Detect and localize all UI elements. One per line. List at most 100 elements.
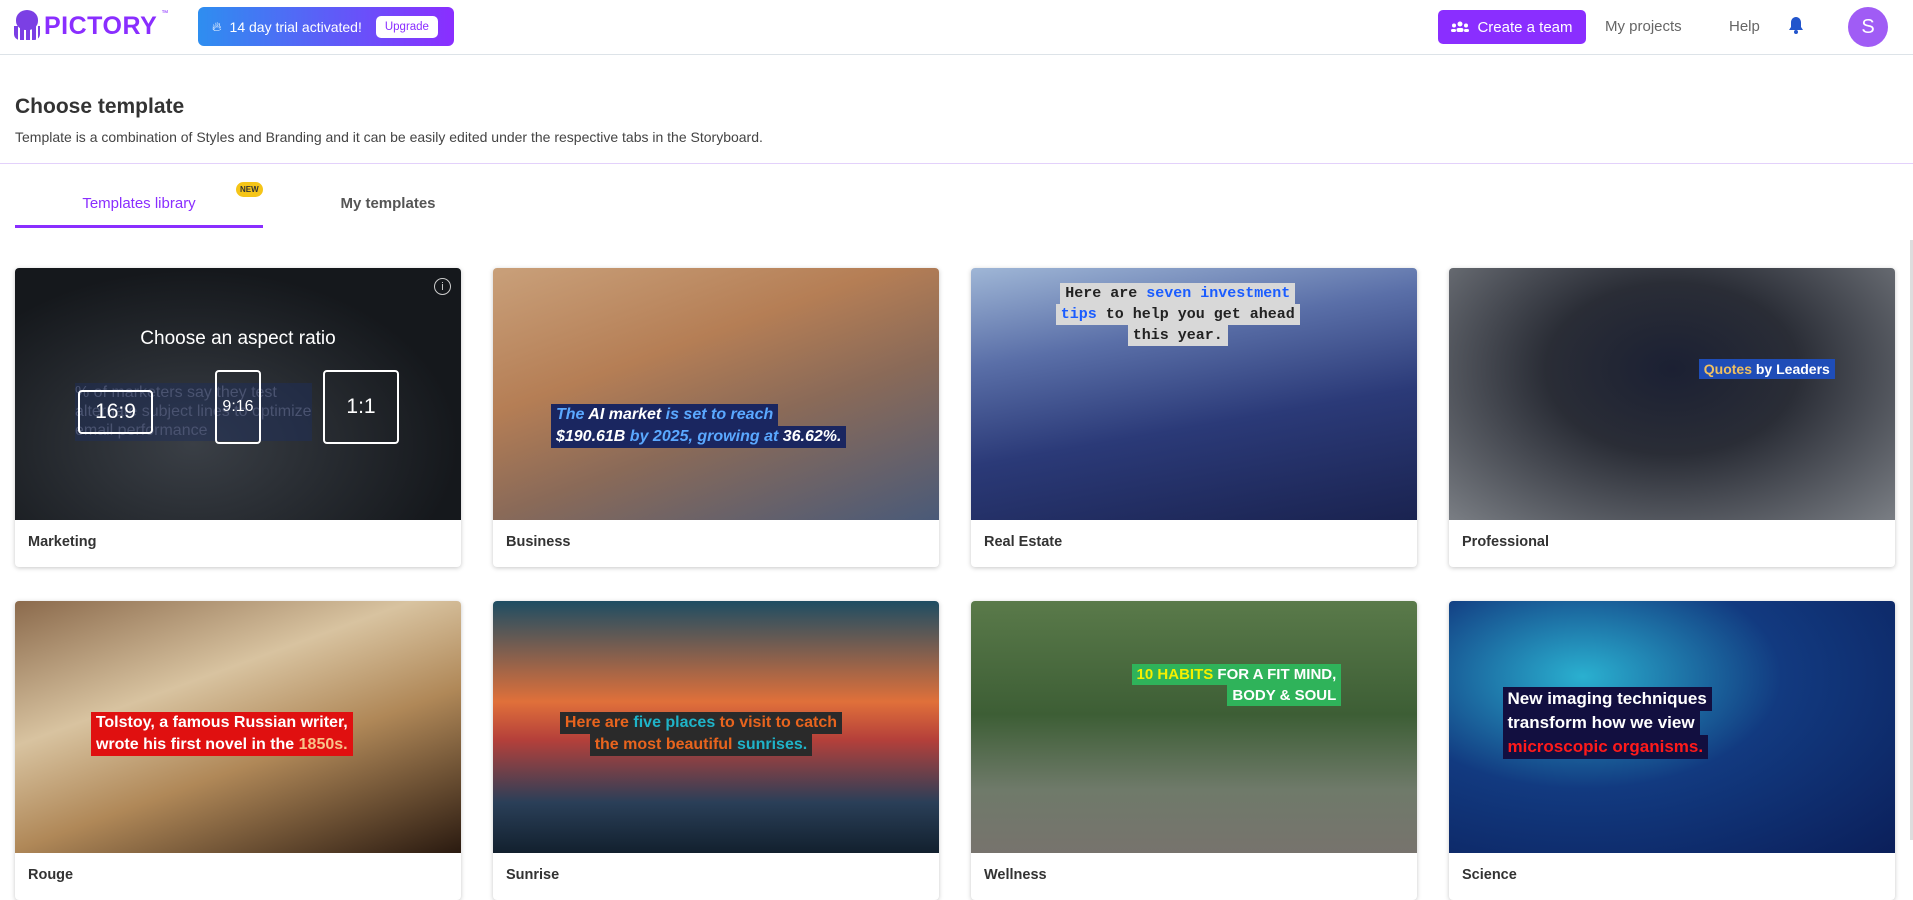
flame-icon: 🔥︎ [212,18,222,34]
caption-segment: transform how we view [1507,712,1695,732]
caption-line: wrote his first novel in the 1850s. [90,733,353,756]
caption-segment: by Leaders [1751,360,1830,377]
page-subtitle: Template is a combination of Styles and … [15,129,763,145]
caption-segment: is set to reach [661,406,774,424]
template-name: Professional [1462,534,1550,550]
caption-segment: 1850s. [298,735,348,753]
template-thumbnail[interactable]: Here are five places to visit to catch th… [493,601,939,853]
caption-overlay: Quotes by Leaders [1698,358,1835,379]
template-card-wellness[interactable]: 10 HABITS FOR A FIT MIND, BODY & SOUL Well… [971,601,1417,900]
caption-segment: to visit to catch [715,713,838,731]
caption-line: $190.61B by 2025, growing at 36.62%. [550,426,847,449]
caption-segment: the most beautiful [594,735,737,753]
caption-segment: Tolstoy, a famous Russian writer, [95,713,348,731]
info-icon[interactable]: i [434,278,451,295]
caption-segment: tips [1060,306,1097,324]
caption-segment: FOR A FIT MIND, [1213,666,1337,683]
caption-segment: five places [633,713,716,731]
top-header: PICTORY ™ 🔥︎ 14 day trial activated! Upg… [0,0,1913,55]
upgrade-button[interactable]: Upgrade [375,15,438,38]
create-team-button[interactable]: Create a team [1438,10,1586,44]
template-name: Science [1462,867,1517,883]
template-thumbnail[interactable]: New imaging techniques transform how we v… [1449,601,1895,853]
caption-line: this year. [1056,325,1300,347]
bell-icon[interactable] [1788,16,1804,34]
template-thumbnail[interactable]: The AI market is set to reach $190.61B by… [493,268,939,520]
caption-line: Here are seven investment [1056,283,1300,305]
template-card-marketing[interactable]: % of marketers say they test alternate su… [15,268,461,567]
template-card-business[interactable]: The AI market is set to reach $190.61B by… [493,268,939,567]
caption-segment: 36.62%. [782,428,842,446]
caption-line: Tolstoy, a famous Russian writer, [90,711,353,734]
caption-line: BODY & SOUL [1132,685,1342,706]
template-name: Business [506,534,571,550]
caption-segment: New imaging techniques [1507,688,1707,708]
template-thumbnail[interactable]: Quotes by Leaders [1449,268,1895,520]
aspect-ratio-title: Choose an aspect ratio [140,328,336,349]
caption-segment: wrote his first novel in the [95,735,299,753]
caption-segment: sunrises. [736,735,808,753]
caption-line: 10 HABITS FOR A FIT MIND, [1131,664,1342,685]
caption-segment: Here are [564,713,634,731]
caption-line: transform how we view [1502,710,1712,735]
caption-segment: microscopic organisms. [1507,736,1704,756]
caption-segment: $190.61B [555,428,626,446]
caption-line: tips to help you get ahead [1055,304,1300,326]
tab-templates-library[interactable]: Templates library [15,195,263,228]
caption-line: New imaging techniques [1502,686,1712,711]
create-team-label: Create a team [1477,18,1573,36]
template-card-science[interactable]: New imaging techniques transform how we v… [1449,601,1895,900]
help-link[interactable]: Help [1729,18,1760,35]
template-name: Rouge [28,867,74,883]
caption-line: Quotes by Leaders [1698,358,1835,379]
template-name: Sunrise [506,867,560,883]
trial-text: 14 day trial activated! [229,18,362,35]
caption-overlay: 10 HABITS FOR A FIT MIND, BODY & SOUL [1131,664,1342,706]
caption-segment: BODY & SOUL [1232,687,1337,704]
caption-overlay: Tolstoy, a famous Russian writer, wrote h… [90,711,353,756]
template-thumbnail[interactable]: % of marketers say they test alternate su… [15,268,461,520]
my-projects-link[interactable]: My projects [1605,18,1682,35]
caption-segment: Here are [1065,285,1147,303]
logo-trademark: ™ [161,10,169,17]
caption-segment: by 2025, growing at [625,428,783,446]
caption-line: microscopic organisms. [1502,734,1712,759]
trial-banner: 🔥︎ 14 day trial activated! Upgrade [198,7,454,46]
template-card-professional[interactable]: Quotes by Leaders Professional [1449,268,1895,567]
caption-line: the most beautiful sunrises. [560,733,842,756]
caption-overlay: The AI market is set to reach $190.61B by… [550,404,847,449]
octopus-logo-icon [14,10,40,42]
caption-line: Here are five places to visit to catch [559,711,843,734]
user-avatar[interactable]: S [1848,7,1888,47]
pictory-logo[interactable]: PICTORY ™ [14,10,168,42]
aspect-ratio-9-16-button[interactable]: 9:16 [215,370,261,444]
caption-overlay: New imaging techniques transform how we v… [1502,686,1712,759]
caption-segment: to help you get ahead [1096,306,1295,324]
caption-segment: this year. [1132,327,1223,345]
aspect-ratio-1-1-button[interactable]: 1:1 [323,370,399,444]
template-name: Marketing [28,534,97,550]
section-divider [0,163,1913,164]
template-name: Wellness [984,867,1047,883]
template-name: Real Estate [984,534,1063,550]
caption-line: The AI market is set to reach [550,404,846,427]
team-icon [1451,21,1470,32]
template-thumbnail[interactable]: Tolstoy, a famous Russian writer, wrote h… [15,601,461,853]
caption-segment: 10 HABITS [1136,666,1214,683]
template-card-rouge[interactable]: Tolstoy, a famous Russian writer, wrote h… [15,601,461,900]
tab-my-templates[interactable]: My templates [264,195,512,212]
aspect-ratio-16-9-button[interactable]: 16:9 [78,390,153,434]
caption-segment: AI market [588,406,662,424]
caption-segment: The [555,406,589,424]
caption-segment: seven investment [1146,285,1291,303]
page-title: Choose template [15,95,185,118]
logo-text: PICTORY [44,11,158,40]
template-card-sunrise[interactable]: Here are five places to visit to catch th… [493,601,939,900]
template-card-real-estate[interactable]: Here are seven investment tips to help yo… [971,268,1417,567]
caption-segment: Quotes [1703,360,1752,377]
caption-overlay: Here are seven investment tips to help yo… [1055,283,1300,347]
new-badge: NEW [236,182,263,197]
caption-overlay: Here are five places to visit to catch th… [559,711,843,756]
template-thumbnail[interactable]: 10 HABITS FOR A FIT MIND, BODY & SOUL [971,601,1417,853]
template-thumbnail[interactable]: Here are seven investment tips to help yo… [971,268,1417,520]
